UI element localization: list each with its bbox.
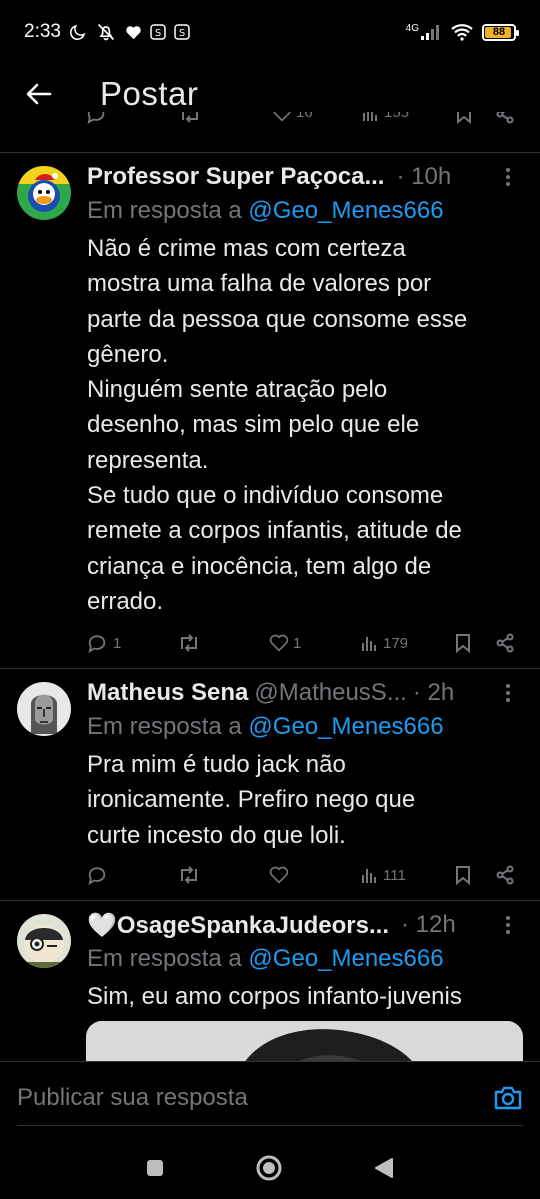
- tweet-time: · 12h: [401, 911, 456, 938]
- tweet[interactable]: 🤍OsageSpankaJudeors... · 12h Em resposta…: [0, 900, 540, 1061]
- tweet-actions: 111: [87, 860, 516, 890]
- back-triangle-icon[interactable]: [374, 1157, 394, 1179]
- bookmark-icon: [456, 866, 470, 885]
- views-count: 179: [383, 634, 409, 652]
- like-count: 16: [296, 112, 313, 121]
- battery-level: 88: [492, 26, 506, 38]
- like-button[interactable]: [269, 866, 361, 884]
- author-name[interactable]: Professor Super Paçoca...: [87, 163, 384, 191]
- wifi-icon: [450, 23, 474, 41]
- reply-context: Em resposta a @Geo_Menes666: [87, 193, 520, 229]
- tweet[interactable]: Matheus Sena @MatheusS... · 2h Em respos…: [0, 668, 540, 900]
- svg-text:S: S: [155, 28, 161, 39]
- views-button[interactable]: 111: [361, 866, 455, 884]
- recents-square-icon[interactable]: [146, 1159, 164, 1177]
- app-notification-icon: S: [150, 24, 166, 40]
- svg-text:S: S: [179, 28, 185, 39]
- views-icon[interactable]: [362, 112, 380, 122]
- app-notification-icon-2: S: [174, 24, 190, 40]
- author-name[interactable]: Matheus Sena: [87, 679, 248, 707]
- share-icon[interactable]: [495, 112, 515, 124]
- more-options-icon[interactable]: [496, 684, 520, 702]
- battery-icon: 88: [482, 23, 519, 41]
- bookmark-button[interactable]: [455, 633, 495, 653]
- repost-icon[interactable]: [178, 112, 202, 124]
- status-time: 2:33: [24, 21, 61, 42]
- duck-avatar-icon[interactable]: [17, 166, 71, 220]
- views-icon: [362, 869, 376, 883]
- network-type: 4G: [405, 23, 419, 34]
- reply-mention-link[interactable]: @Geo_Menes666: [248, 713, 443, 740]
- author-handle[interactable]: @MatheusS...: [254, 679, 406, 707]
- tweet[interactable]: Professor Super Paçoca... · 10h Em respo…: [0, 152, 540, 668]
- character-avatar-icon[interactable]: [17, 914, 71, 968]
- like-count: 1: [293, 634, 302, 652]
- signal-icon: 4G: [406, 23, 442, 41]
- reply-prefix: Em resposta a: [87, 197, 249, 224]
- reply-button[interactable]: [87, 865, 177, 885]
- tweet-text: Pra mim é tudo jack não ironicamente. Pr…: [87, 751, 416, 849]
- alarm-off-icon: [95, 22, 117, 42]
- system-nav-bar: [0, 1137, 540, 1199]
- like-icon: [269, 866, 289, 884]
- status-bar: 2:33 S S 4G 88: [0, 0, 540, 64]
- statue-avatar-icon[interactable]: [17, 682, 71, 736]
- repost-button[interactable]: [177, 633, 269, 653]
- views-button[interactable]: 179: [361, 634, 455, 652]
- reply-mention-link[interactable]: @Geo_Menes666: [248, 945, 443, 972]
- reply-count: 1: [113, 634, 122, 652]
- home-circle-icon[interactable]: [255, 1154, 283, 1182]
- composer-underline: [17, 1125, 523, 1126]
- tweet-time: · 2h: [412, 679, 455, 706]
- repost-button[interactable]: [177, 865, 269, 885]
- bookmark-button[interactable]: [455, 865, 495, 885]
- like-icon: [269, 634, 289, 652]
- views-count: 111: [383, 866, 406, 884]
- moon-icon: [69, 23, 87, 41]
- reply-mention-link[interactable]: @Geo_Menes666: [248, 197, 443, 224]
- share-icon: [496, 633, 514, 653]
- reply-icon: [88, 635, 106, 653]
- reply-context: Em resposta a @Geo_Menes666: [87, 709, 520, 745]
- more-options-icon[interactable]: [496, 168, 520, 186]
- page-title: Postar: [100, 75, 199, 112]
- reply-button[interactable]: 1: [87, 633, 177, 653]
- repost-icon: [181, 866, 197, 884]
- like-icon[interactable]: [272, 112, 292, 122]
- like-button[interactable]: 1: [269, 634, 361, 652]
- tweet-text: Sim, eu amo corpos infanto-juvenis: [87, 983, 462, 1010]
- reply-composer: [0, 1061, 540, 1137]
- reply-prefix: Em resposta a: [87, 713, 249, 740]
- share-button[interactable]: [495, 633, 515, 653]
- reply-icon: [88, 867, 106, 885]
- bookmark-icon[interactable]: [456, 112, 472, 124]
- tweet-time: · 10h: [396, 163, 452, 190]
- heart-status-icon: [125, 24, 142, 40]
- share-icon: [496, 865, 514, 885]
- repost-icon: [181, 634, 197, 652]
- tweet-actions: 1 1 179: [87, 628, 516, 658]
- share-button[interactable]: [495, 865, 515, 885]
- views-count: 155: [384, 112, 410, 121]
- reply-icon[interactable]: [86, 112, 108, 124]
- arrow-left-icon: [26, 83, 52, 105]
- previous-tweet-actions: 16 155: [0, 112, 540, 138]
- reply-context: Em resposta a @Geo_Menes666: [87, 941, 520, 977]
- reply-input[interactable]: [17, 1084, 457, 1112]
- reply-prefix: Em resposta a: [87, 945, 249, 972]
- tweet-media-image[interactable]: [86, 1021, 523, 1061]
- bookmark-icon: [456, 634, 470, 653]
- author-name[interactable]: 🤍OsageSpankaJudeors...: [87, 911, 389, 940]
- more-options-icon[interactable]: [496, 916, 520, 934]
- views-icon: [362, 637, 376, 651]
- camera-icon[interactable]: [493, 1084, 523, 1112]
- tweet-text: Não é crime mas com certeza mostra uma f…: [87, 235, 468, 615]
